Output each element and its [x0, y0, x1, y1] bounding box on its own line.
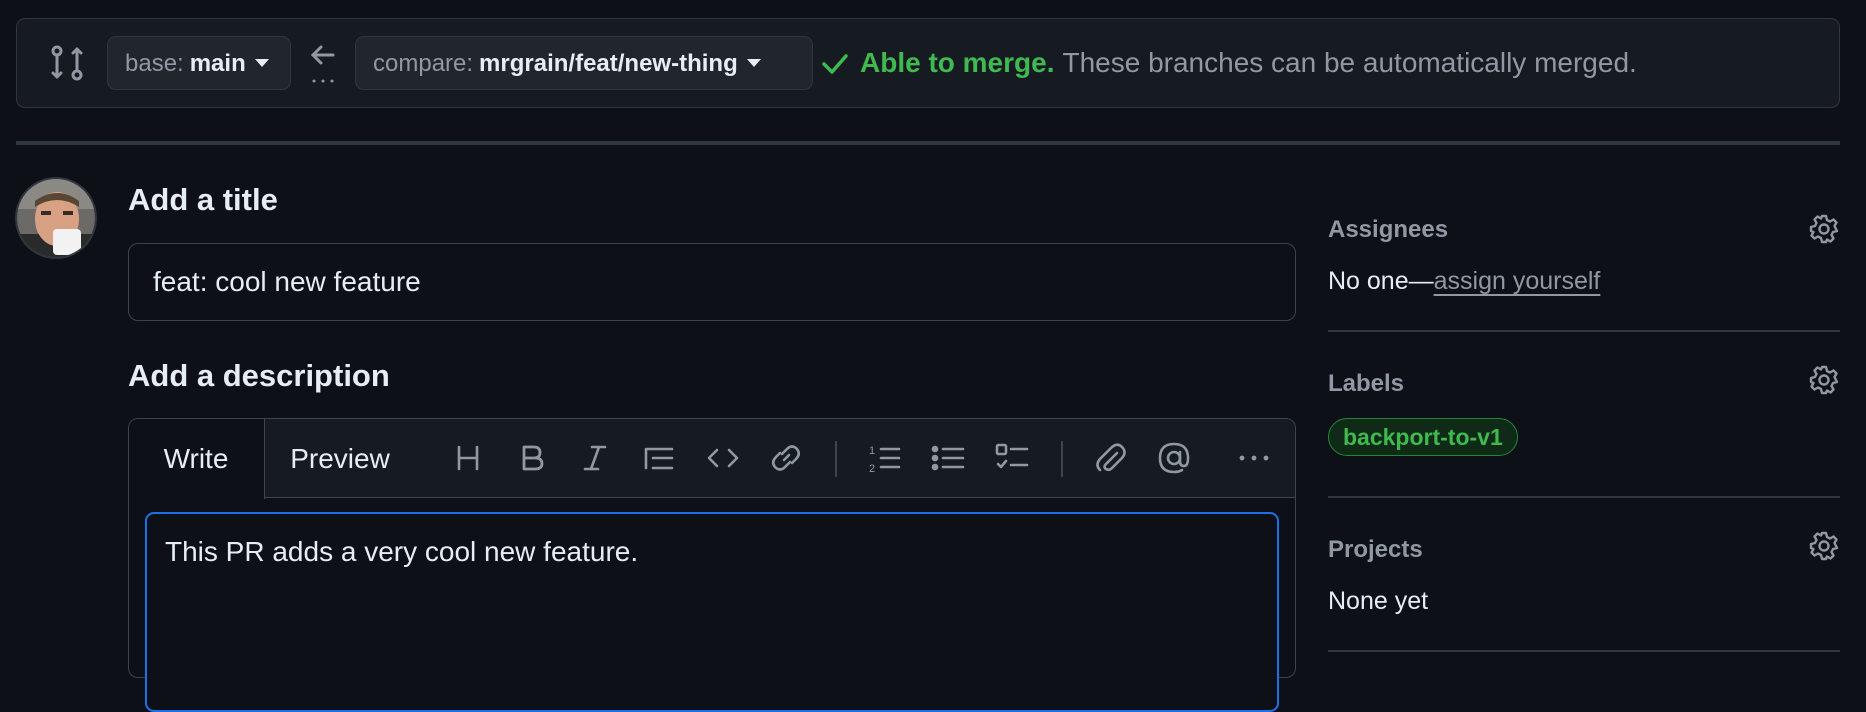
- code-icon[interactable]: [706, 441, 740, 475]
- merge-status-message: These branches can be automatically merg…: [1062, 47, 1637, 78]
- link-icon[interactable]: [769, 441, 803, 475]
- toolbar-divider: [835, 441, 837, 477]
- merge-status-text: Able to merge.: [860, 47, 1055, 78]
- gear-icon[interactable]: [1808, 364, 1840, 396]
- sidebar-divider: [1328, 650, 1840, 652]
- tab-write[interactable]: Write: [129, 419, 265, 499]
- more-icon[interactable]: [1237, 441, 1271, 475]
- title-input[interactable]: [128, 243, 1296, 321]
- task-list-icon[interactable]: [995, 441, 1029, 475]
- labels-title: Labels: [1328, 370, 1405, 397]
- check-icon: [822, 54, 848, 74]
- assignees-none-text: No one—: [1328, 267, 1434, 295]
- bold-icon[interactable]: [515, 441, 549, 475]
- chevron-down-icon: [254, 59, 269, 67]
- svg-text:2: 2: [869, 463, 875, 475]
- italic-icon[interactable]: [578, 441, 612, 475]
- unordered-list-icon[interactable]: [931, 441, 965, 475]
- compare-branch-prefix: compare:: [373, 49, 474, 77]
- arrow-left-icon: [310, 45, 335, 83]
- sidebar-divider: [1328, 330, 1840, 332]
- assign-yourself-link[interactable]: assign yourself: [1434, 267, 1601, 295]
- base-branch-prefix: base:: [125, 49, 184, 77]
- mention-icon[interactable]: [1157, 441, 1191, 475]
- git-compare-icon: [51, 45, 83, 81]
- editor-toolbar: Write Preview 12: [129, 419, 1295, 499]
- attach-icon[interactable]: [1093, 441, 1127, 475]
- quote-icon[interactable]: [642, 441, 676, 475]
- sidebar-divider: [1328, 496, 1840, 498]
- gear-icon[interactable]: [1808, 213, 1840, 245]
- compare-branch-name: mrgrain/feat/new-thing: [479, 49, 738, 77]
- tab-preview[interactable]: Preview: [265, 419, 415, 498]
- svg-text:1: 1: [869, 445, 875, 457]
- heading-icon[interactable]: [451, 441, 485, 475]
- merge-status: Able to merge. These branches can be aut…: [820, 45, 1637, 81]
- title-heading: Add a title: [128, 182, 278, 217]
- toolbar-divider: [1061, 441, 1063, 477]
- ordered-list-icon[interactable]: 12: [867, 441, 901, 475]
- assignees-value: No one—assign yourself: [1328, 267, 1600, 296]
- description-textarea[interactable]: This PR adds a very cool new feature.: [145, 512, 1279, 712]
- base-branch-name: main: [189, 49, 246, 77]
- avatar[interactable]: [15, 177, 97, 259]
- base-branch-dropdown[interactable]: base: main: [107, 36, 291, 90]
- compare-bar: base: main compare: mrgrain/feat/new-thi…: [16, 18, 1840, 108]
- assignees-title: Assignees: [1328, 216, 1449, 243]
- projects-title: Projects: [1328, 536, 1423, 563]
- description-heading: Add a description: [128, 358, 390, 393]
- chevron-down-icon: [746, 59, 761, 67]
- projects-value: None yet: [1328, 587, 1429, 615]
- divider: [16, 141, 1840, 145]
- label-pill[interactable]: backport-to-v1: [1328, 418, 1518, 456]
- gear-icon[interactable]: [1808, 530, 1840, 562]
- compare-branch-dropdown[interactable]: compare: mrgrain/feat/new-thing: [355, 36, 813, 90]
